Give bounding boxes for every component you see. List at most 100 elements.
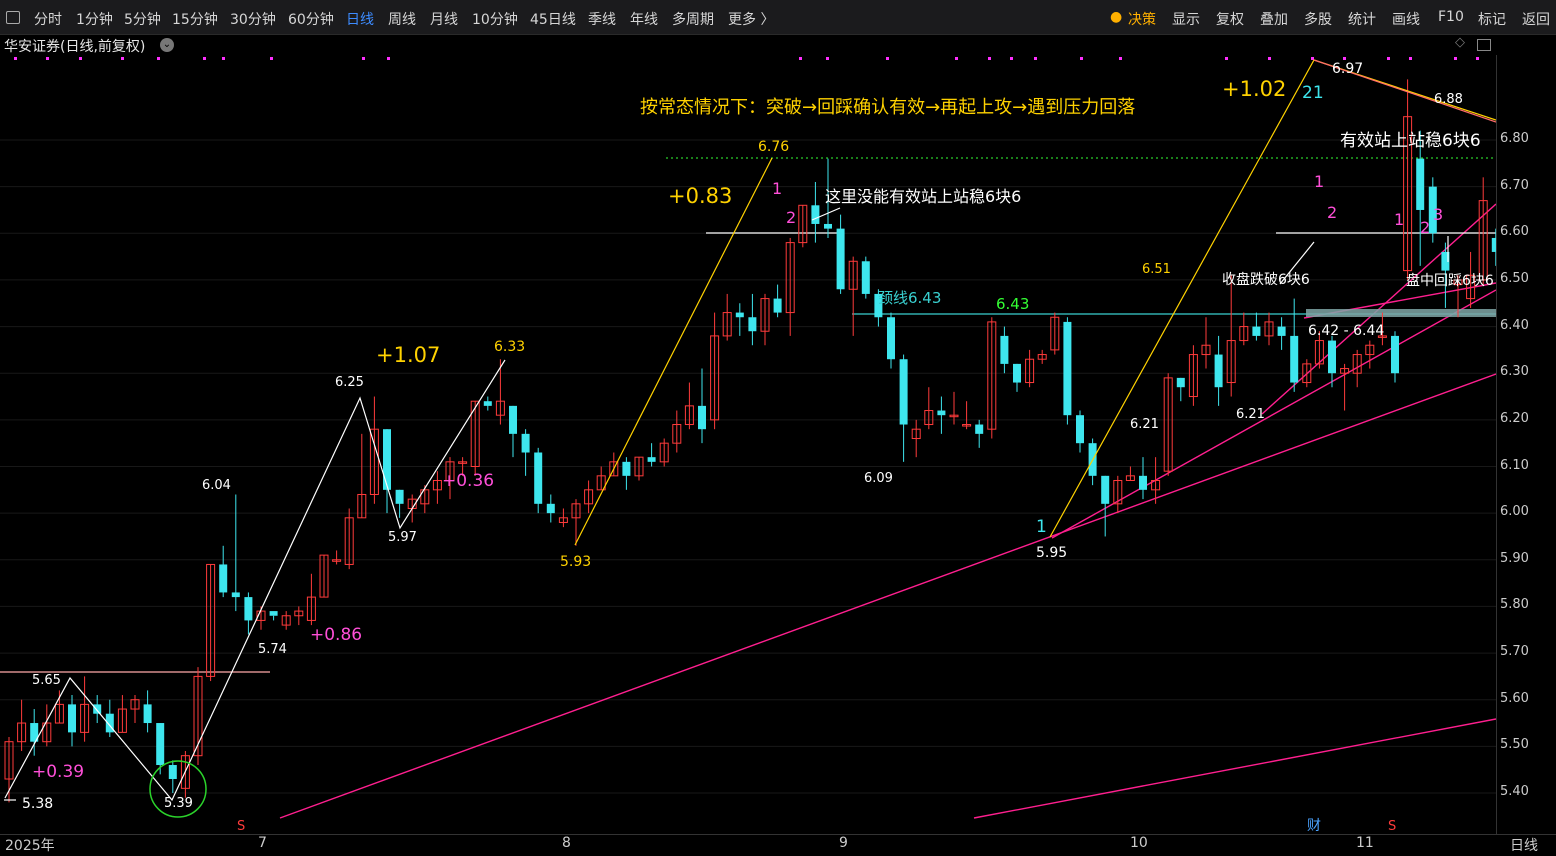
chevron-down-icon[interactable]: ⌄ [160, 38, 174, 52]
candle-body [93, 704, 102, 714]
count-label: 1 [1314, 172, 1324, 191]
period-tab-15min[interactable]: 15分钟 [172, 9, 218, 29]
f10-button[interactable]: F10 [1438, 9, 1464, 25]
trendline [973, 718, 1496, 819]
candle-body [383, 429, 391, 490]
neckline-label: 颈线6.43 [878, 289, 941, 307]
finance-marker: 财 [1307, 818, 1321, 834]
candle-body [1391, 335, 1399, 374]
stats-button[interactable]: 统计 [1348, 9, 1376, 29]
signal-dot [886, 57, 889, 60]
back-button[interactable]: 返回 [1522, 9, 1550, 29]
decision-button[interactable]: 决策 [1128, 9, 1156, 29]
candle-body [143, 704, 152, 724]
x-tick: 7 [258, 835, 267, 851]
period-tab-daily[interactable]: 日线 [346, 9, 374, 29]
y-axis [1496, 55, 1556, 835]
period-tab-10min[interactable]: 10分钟 [472, 9, 518, 29]
adjust-button[interactable]: 复权 [1216, 9, 1244, 29]
swing-line-yellow [574, 157, 773, 546]
candle-body [1328, 340, 1336, 374]
signal-dot [14, 57, 17, 60]
period-tab-weekly[interactable]: 周线 [388, 9, 416, 29]
price-label: 6.21 [1236, 407, 1265, 422]
count-label: 1 [1394, 210, 1404, 229]
signal-dot [988, 57, 991, 60]
price-label: 5.97 [388, 530, 417, 545]
y-tick: 6.20 [1500, 410, 1529, 426]
period-tab-monthly[interactable]: 月线 [430, 9, 458, 29]
candle-body [811, 205, 820, 224]
candle-body [231, 592, 240, 598]
candle-body [509, 405, 517, 434]
fail-note: 这里没能有效站上站稳6块6 [825, 187, 1021, 206]
multi-stock-button[interactable]: 多股 [1304, 9, 1332, 29]
overlay-button[interactable]: 叠加 [1260, 9, 1288, 29]
signal-dot [1343, 57, 1346, 60]
y-tick: 6.50 [1500, 270, 1529, 286]
candle-body [1252, 326, 1261, 336]
candle-body [68, 704, 76, 733]
signal-dot [799, 57, 802, 60]
candle-body [735, 312, 744, 318]
period-tab-fenshi[interactable]: 分时 [34, 9, 62, 29]
period-tab-multi[interactable]: 多周期 [672, 9, 714, 29]
break-note: 收盘跌破6块6 [1222, 271, 1310, 288]
y-tick: 6.10 [1500, 457, 1529, 473]
signal-dot [222, 57, 225, 60]
candle-body [534, 452, 543, 504]
period-tab-1min[interactable]: 1分钟 [76, 9, 113, 29]
price-label: 6.88 [1434, 92, 1463, 107]
x-tick: 9 [839, 835, 848, 851]
period-tab-30min[interactable]: 30分钟 [230, 9, 276, 29]
period-tab-60min[interactable]: 60分钟 [288, 9, 334, 29]
mark-button[interactable]: 标记 [1478, 9, 1506, 29]
period-tab-quarter[interactable]: 季线 [588, 9, 616, 29]
signal-dot [387, 57, 390, 60]
gain-label: +0.83 [668, 184, 732, 208]
stock-title: 华安证券(日线,前复权) [4, 39, 146, 55]
candle-body [647, 457, 656, 462]
candle-body [156, 723, 165, 766]
display-button[interactable]: 显示 [1172, 9, 1200, 29]
signal-dot [270, 57, 273, 60]
title-bar: 华安证券(日线,前复权) ⌄ ◇ [0, 35, 1556, 55]
intraday-note: 盘中回踩6块6 [1406, 272, 1494, 289]
candle-body [244, 597, 253, 621]
count-label: 1 [1036, 517, 1047, 537]
count-label: 2 [1420, 218, 1430, 237]
panel-icon[interactable] [1477, 39, 1491, 51]
candle-body [1214, 354, 1223, 388]
signal-dot [1010, 57, 1013, 60]
period-tab-5min[interactable]: 5分钟 [124, 9, 161, 29]
window-icon[interactable] [6, 11, 20, 24]
gain-label: +0.36 [442, 471, 494, 491]
price-label: 6.33 [494, 339, 525, 355]
candle-body [168, 765, 177, 780]
y-tick: 5.90 [1500, 550, 1529, 566]
y-tick: 6.00 [1500, 504, 1529, 520]
period-tab-45day[interactable]: 45日线 [530, 9, 576, 29]
price-label: 5.95 [1036, 545, 1067, 561]
x-tick: 11 [1356, 835, 1374, 851]
period-tab-more[interactable]: 更多 〉 [728, 9, 774, 29]
price-label: 5.38 [22, 796, 53, 812]
x-axis [0, 834, 1556, 856]
candle-body [219, 564, 228, 593]
main-note: 按常态情况下：突破→回踩确认有效→再起上攻→遇到压力回落 [640, 97, 1135, 118]
diamond-icon[interactable]: ◇ [1455, 35, 1465, 50]
candle-body [861, 261, 870, 294]
candle-body [1000, 335, 1009, 364]
period-label: 日线 [1510, 838, 1538, 854]
candle-body [773, 298, 782, 313]
signal-dot [46, 57, 49, 60]
signal-marker: S [237, 819, 245, 834]
period-tab-year[interactable]: 年线 [630, 9, 658, 29]
candle-body [546, 503, 555, 514]
draw-button[interactable]: 画线 [1392, 9, 1420, 29]
gain-label: +1.07 [376, 343, 440, 367]
toolbar: 分时 1分钟 5分钟 15分钟 30分钟 60分钟 日线 周线 月线 10分钟 … [0, 0, 1556, 35]
candle-body [483, 401, 492, 406]
price-label: 6.25 [335, 375, 364, 390]
candle-body [1139, 475, 1147, 490]
